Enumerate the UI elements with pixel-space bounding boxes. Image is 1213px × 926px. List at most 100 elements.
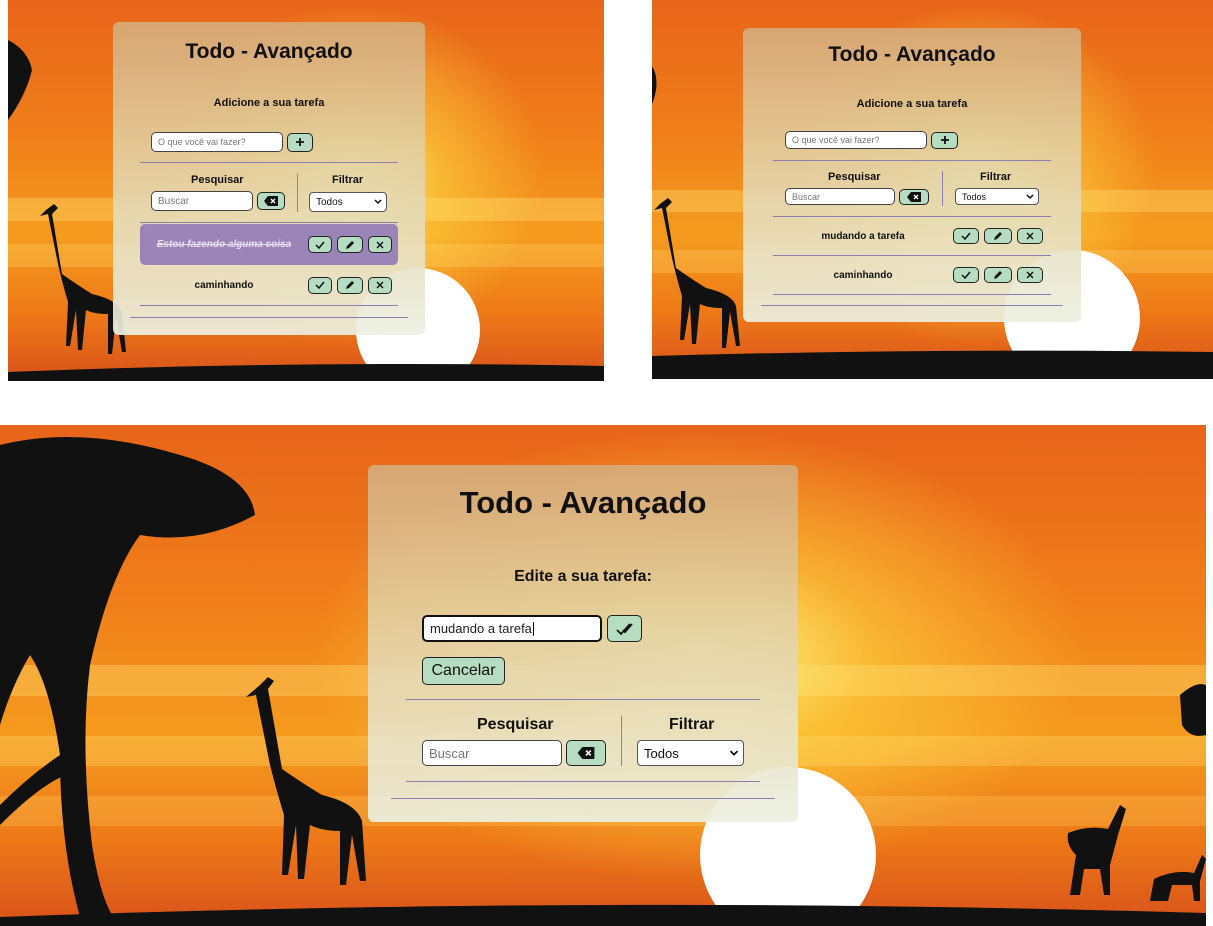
cancel-edit-button[interactable]: Cancelar — [422, 657, 505, 685]
todo-card: Todo - Avançado Adicione a sua tarefa O … — [743, 28, 1081, 322]
todo-item: caminhando — [140, 266, 398, 304]
add-todo-button[interactable] — [287, 132, 313, 152]
page-title: Todo - Avançado — [459, 485, 707, 520]
pencil-icon — [994, 232, 1002, 240]
search-label: Pesquisar — [191, 174, 244, 186]
filter-select[interactable]: Todos — [637, 740, 744, 766]
cancel-label: Cancelar — [431, 662, 496, 679]
divider — [773, 216, 1051, 217]
edit-todo-button[interactable] — [984, 267, 1012, 283]
search-label: Pesquisar — [477, 716, 554, 733]
plus-icon — [940, 136, 949, 144]
todo-title: mudando a tarefa — [821, 230, 905, 242]
edit-todo-button[interactable] — [984, 228, 1012, 244]
clear-search-button[interactable] — [566, 740, 606, 766]
todo-title: caminhando — [194, 279, 254, 291]
pencil-icon — [994, 271, 1002, 279]
filter-label: Filtrar — [669, 716, 715, 733]
add-todo-subtitle: Adicione a sua tarefa — [213, 97, 325, 109]
plus-icon — [296, 138, 304, 146]
todo-title: caminhando — [833, 269, 893, 281]
finish-todo-button[interactable] — [953, 267, 979, 283]
add-todo-form: O que você vai fazer? — [785, 131, 958, 149]
search-input[interactable]: Buscar — [422, 740, 562, 766]
backspace-icon — [264, 196, 278, 206]
add-todo-subtitle: Adicione a sua tarefa — [856, 98, 968, 110]
divider — [761, 305, 1063, 306]
finish-todo-button[interactable] — [308, 236, 332, 253]
edit-input-value: mudando a tarefa — [430, 621, 532, 636]
todo-title: Estou fazendo alguma coisa — [156, 239, 292, 250]
edit-todo-input[interactable]: mudando a tarefa — [422, 615, 602, 642]
pencil-icon — [346, 281, 354, 289]
finish-todo-button[interactable] — [308, 276, 332, 294]
check-icon — [315, 241, 325, 249]
search-form: Buscar — [422, 740, 606, 766]
backspace-icon — [907, 191, 921, 202]
divider — [391, 798, 775, 799]
todo-item: mudando a tarefa — [773, 218, 1051, 254]
remove-todo-button[interactable] — [1017, 267, 1043, 283]
todo-item: caminhando — [773, 257, 1051, 293]
divider — [942, 171, 943, 206]
finish-todo-button[interactable] — [953, 228, 979, 244]
todo-card: Todo - Avançado Edite a sua tarefa: muda… — [368, 465, 798, 822]
clear-search-button[interactable] — [257, 192, 285, 210]
search-form: Buscar — [785, 188, 929, 205]
filter-label: Filtrar — [332, 174, 364, 186]
remove-todo-button[interactable] — [1017, 228, 1043, 244]
todo-item: Estou fazendo alguma coisa — [140, 224, 398, 265]
edit-todo-button[interactable] — [337, 276, 363, 294]
add-todo-form: O que você vai fazer? — [151, 132, 313, 152]
search-label: Pesquisar — [828, 171, 881, 183]
check-icon — [961, 271, 971, 279]
page-title: Todo - Avançado — [828, 43, 996, 66]
double-check-icon — [615, 622, 633, 635]
filter-label: Filtrar — [980, 171, 1012, 183]
screenshot-2: Todo - Avançado Adicione a sua tarefa O … — [652, 0, 1213, 379]
add-todo-button[interactable] — [931, 131, 958, 149]
search-input[interactable]: Buscar — [785, 188, 895, 205]
todo-input[interactable]: O que você vai fazer? — [151, 132, 283, 152]
edit-todo-form: mudando a tarefa — [422, 615, 642, 642]
search-form: Buscar — [151, 191, 285, 211]
divider — [406, 781, 760, 782]
todo-card: Todo - Avançado Adicione a sua tarefa O … — [113, 22, 425, 335]
chevron-down-icon — [1026, 193, 1034, 199]
confirm-edit-button[interactable] — [607, 615, 642, 642]
close-icon — [1026, 232, 1034, 240]
chevron-down-icon — [729, 750, 739, 756]
edit-todo-subtitle: Edite a sua tarefa: — [514, 568, 652, 585]
close-icon — [1026, 271, 1034, 279]
edit-todo-button[interactable] — [337, 236, 363, 253]
close-icon — [376, 241, 384, 248]
filter-select[interactable]: Todos — [309, 192, 387, 212]
divider — [130, 317, 408, 318]
clear-search-button[interactable] — [899, 188, 929, 205]
remove-todo-button[interactable] — [368, 236, 392, 253]
divider — [773, 255, 1051, 256]
filter-select[interactable]: Todos — [955, 188, 1039, 205]
todo-input[interactable]: O que você vai fazer? — [785, 131, 927, 149]
chevron-down-icon — [374, 199, 382, 205]
screenshot-1: Todo - Avançado Adicione a sua tarefa O … — [8, 0, 604, 381]
search-input[interactable]: Buscar — [151, 191, 253, 211]
pencil-icon — [346, 240, 354, 249]
divider — [773, 294, 1051, 295]
backspace-icon — [577, 747, 595, 759]
close-icon — [376, 281, 384, 289]
filter-selected-value: Todos — [316, 196, 343, 208]
divider — [140, 222, 398, 223]
filter-selected-value: Todos — [644, 745, 679, 761]
divider — [621, 716, 622, 766]
divider — [773, 160, 1051, 161]
divider — [140, 162, 398, 163]
page-title: Todo - Avançado — [185, 40, 353, 63]
check-icon — [315, 281, 325, 289]
remove-todo-button[interactable] — [368, 276, 392, 294]
filter-selected-value: Todos — [962, 191, 987, 202]
divider — [140, 305, 398, 306]
divider — [297, 174, 298, 212]
divider — [406, 699, 760, 700]
screenshot-3: Todo - Avançado Edite a sua tarefa: muda… — [0, 425, 1206, 926]
